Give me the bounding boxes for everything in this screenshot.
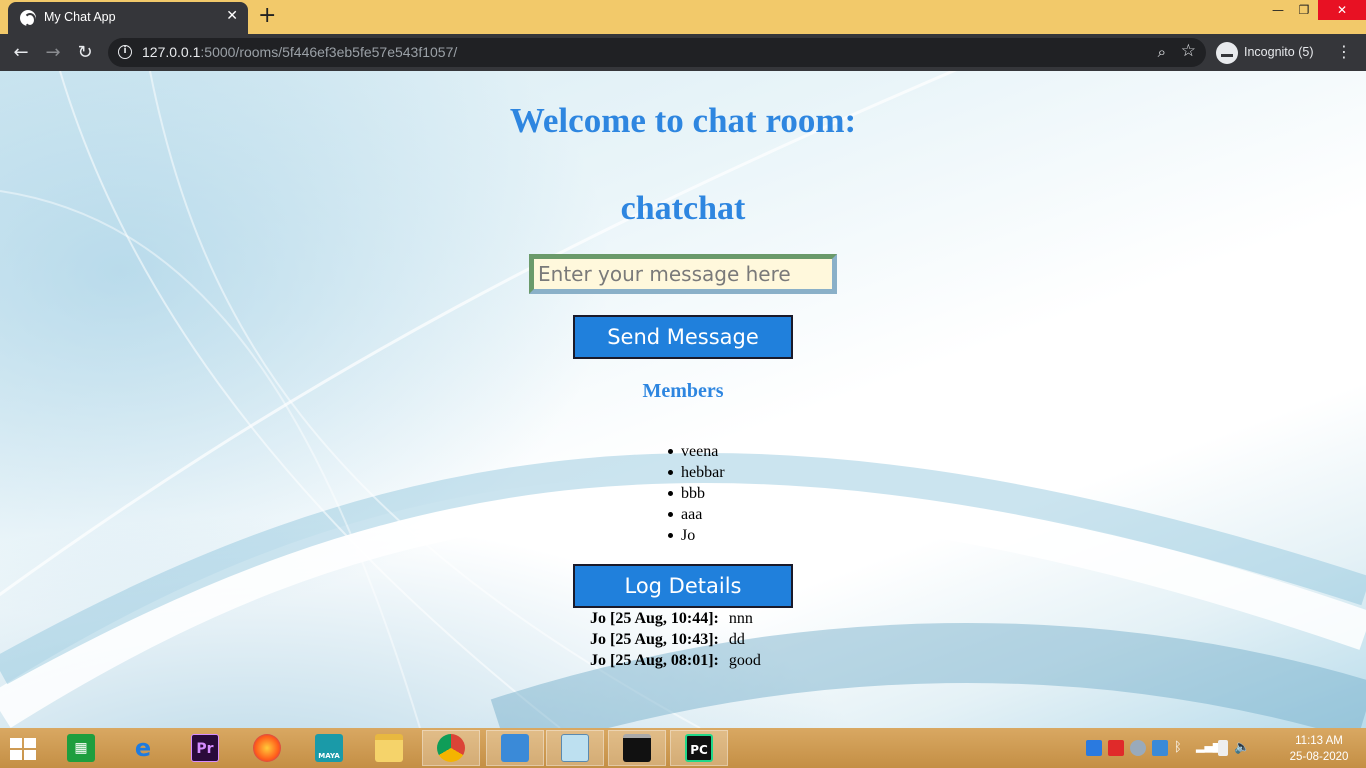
incognito-label: Incognito (5) (1244, 45, 1314, 59)
zoom-icon[interactable]: ⌕ (1158, 43, 1166, 61)
taskbar-maya-icon[interactable]: MAYA (300, 730, 358, 766)
member-item: hebbar (661, 462, 725, 483)
log-text: nnn (728, 610, 753, 627)
tray-app-icon[interactable] (1086, 740, 1102, 756)
new-tab-button[interactable]: + (258, 4, 276, 28)
taskbar-premiere-icon[interactable]: Pr (176, 730, 234, 766)
page-viewport: Welcome to chat room: chatchat Send Mess… (0, 71, 1366, 728)
tray-app-icon[interactable] (1152, 740, 1168, 756)
taskbar-clock[interactable]: 11:13 AM 25-08-2020 (1282, 733, 1356, 765)
minimize-button[interactable]: — (1266, 0, 1290, 20)
send-message-button[interactable]: Send Message (573, 315, 793, 359)
network-icon[interactable]: ▂▄▆ (1196, 740, 1221, 756)
bookmark-star-icon[interactable]: ☆ (1181, 41, 1196, 61)
taskbar-chrome-icon[interactable] (422, 730, 480, 766)
member-item: bbb (661, 483, 725, 504)
url-path: :5000/rooms/5f446ef3eb5fe57e543f1057/ (200, 44, 458, 60)
incognito-icon (1216, 41, 1238, 64)
incognito-indicator[interactable]: Incognito (5) (1216, 39, 1313, 66)
battery-icon[interactable] (1218, 740, 1228, 756)
members-heading: Members (642, 380, 724, 402)
system-tray: ᛒ ▂▄▆ 🔈 (1086, 740, 1250, 758)
taskbar-notepad-icon[interactable] (546, 730, 604, 766)
premiere-label: Pr (191, 734, 219, 762)
log-author: Jo [25 Aug, 10:43]: (590, 631, 719, 648)
windows-start-icon[interactable] (10, 738, 38, 760)
tab-title: My Chat App (44, 10, 116, 24)
volume-icon[interactable]: 🔈 (1234, 740, 1250, 756)
room-name-heading: chatchat (620, 190, 746, 227)
menu-icon[interactable]: ⋮ (1336, 42, 1352, 61)
member-item: aaa (661, 504, 725, 525)
tray-app-icon[interactable] (1108, 740, 1124, 756)
tray-app-icon[interactable] (1130, 740, 1146, 756)
info-icon[interactable]: i (118, 45, 132, 59)
forward-button[interactable]: → (40, 40, 66, 66)
log-row: Jo [25 Aug, 08:01]: good (590, 650, 761, 671)
message-log: Jo [25 Aug, 10:44]: nnn Jo [25 Aug, 10:43… (590, 608, 761, 671)
member-item: Jo (661, 525, 725, 546)
log-text: dd (728, 631, 745, 648)
clock-time: 11:13 AM (1295, 735, 1343, 747)
back-button[interactable]: ← (8, 40, 34, 66)
log-details-button[interactable]: Log Details (573, 564, 793, 608)
maya-label: MAYA (315, 734, 343, 762)
log-row: Jo [25 Aug, 10:44]: nnn (590, 608, 761, 629)
taskbar-file-explorer-icon[interactable] (360, 730, 418, 766)
log-author: Jo [25 Aug, 08:01]: (590, 652, 719, 669)
taskbar-control-panel-icon[interactable] (486, 730, 544, 766)
taskbar-command-prompt-icon[interactable] (608, 730, 666, 766)
reload-button[interactable]: ↻ (72, 40, 98, 66)
window-close-button[interactable]: ✕ (1318, 0, 1366, 20)
log-author: Jo [25 Aug, 10:44]: (590, 610, 719, 627)
clock-date: 25-08-2020 (1289, 751, 1349, 763)
taskbar-internet-explorer-icon[interactable]: e (114, 730, 172, 766)
tab-strip: My Chat App ✕ + — ❐ ✕ (0, 0, 1366, 34)
restore-button[interactable]: ❐ (1292, 0, 1316, 20)
taskbar-store-icon[interactable]: ▦ (52, 730, 110, 766)
globe-icon (20, 10, 36, 27)
taskbar-pycharm-icon[interactable]: PC (670, 730, 728, 766)
browser-tab[interactable]: My Chat App ✕ (8, 2, 248, 34)
url-text[interactable]: 127.0.0.1:5000/rooms/5f446ef3eb5fe57e543… (142, 44, 457, 60)
log-text: good (728, 652, 761, 669)
message-input[interactable] (529, 254, 837, 294)
member-item: veena (661, 441, 725, 462)
address-bar[interactable]: i 127.0.0.1:5000/rooms/5f446ef3eb5fe57e5… (108, 38, 1206, 67)
close-tab-icon[interactable]: ✕ (226, 8, 238, 24)
pycharm-label: PC (685, 734, 713, 762)
browser-toolbar: ← → ↻ i 127.0.0.1:5000/rooms/5f446ef3eb5… (0, 34, 1366, 71)
url-host: 127.0.0.1 (142, 44, 201, 60)
taskbar-firefox-icon[interactable] (238, 730, 296, 766)
members-list: veena hebbar bbb aaa Jo (661, 441, 725, 546)
welcome-heading: Welcome to chat room: (509, 101, 857, 140)
log-row: Jo [25 Aug, 10:43]: dd (590, 629, 761, 650)
bluetooth-icon[interactable]: ᛒ (1174, 740, 1190, 756)
